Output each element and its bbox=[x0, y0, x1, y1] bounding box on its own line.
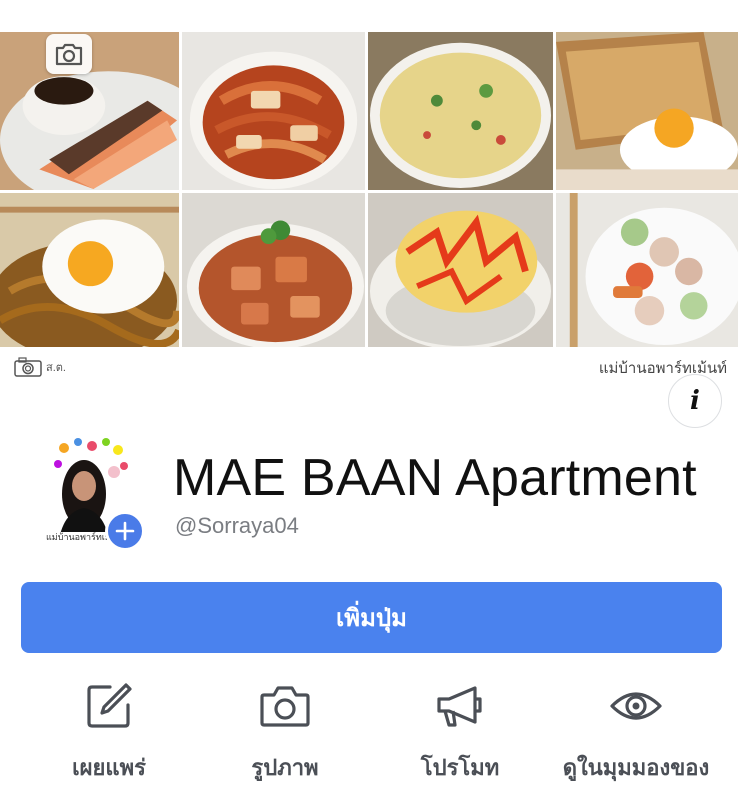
edit-icon bbox=[79, 676, 139, 736]
food-photo-stirfry bbox=[182, 193, 368, 350]
camera-logo-icon bbox=[14, 357, 42, 377]
camera-icon bbox=[55, 43, 83, 66]
watermark-left: ส.ต. bbox=[14, 356, 66, 378]
food-photo-noodles bbox=[182, 32, 368, 193]
plus-icon bbox=[115, 521, 135, 541]
camera-icon bbox=[255, 676, 315, 736]
food-photo-toast bbox=[556, 32, 741, 193]
page-username[interactable]: @Sorraya04 bbox=[175, 513, 299, 539]
add-profile-photo-button[interactable] bbox=[105, 511, 145, 551]
food-photo-omurice bbox=[368, 193, 556, 350]
action-photos[interactable]: รูปภาพ bbox=[200, 676, 370, 785]
info-icon: i bbox=[690, 386, 700, 416]
action-publish-label: เผยแพร่ bbox=[72, 756, 146, 781]
food-photo-rolls bbox=[556, 193, 741, 350]
food-photo-egg-noodles bbox=[0, 193, 182, 350]
cover-collage bbox=[0, 32, 741, 350]
action-promote[interactable]: โปรโมท bbox=[375, 676, 545, 785]
action-publish[interactable]: เผยแพร่ bbox=[24, 676, 194, 785]
page-title: MAE BAAN Apartment bbox=[173, 449, 697, 507]
info-button[interactable]: i bbox=[668, 374, 722, 428]
action-bar: เผยแพร่ รูปภาพ โปรโมท ดูในมุมมองของ bbox=[0, 676, 741, 791]
megaphone-icon bbox=[430, 676, 490, 736]
watermark-left-text: ส.ต. bbox=[46, 362, 66, 374]
action-promote-label: โปรโมท bbox=[420, 756, 500, 781]
add-button-cta[interactable]: เพิ่มปุ่ม bbox=[21, 582, 722, 653]
action-view-as-label: ดูในมุมมองของ bbox=[562, 756, 710, 781]
action-view-as[interactable]: ดูในมุมมองของ bbox=[551, 676, 721, 785]
cover-camera-button[interactable] bbox=[46, 34, 92, 74]
cover-photo[interactable] bbox=[0, 32, 741, 350]
eye-icon bbox=[606, 676, 666, 736]
food-photo-omelette bbox=[368, 32, 556, 193]
action-photos-label: รูปภาพ bbox=[251, 756, 319, 781]
